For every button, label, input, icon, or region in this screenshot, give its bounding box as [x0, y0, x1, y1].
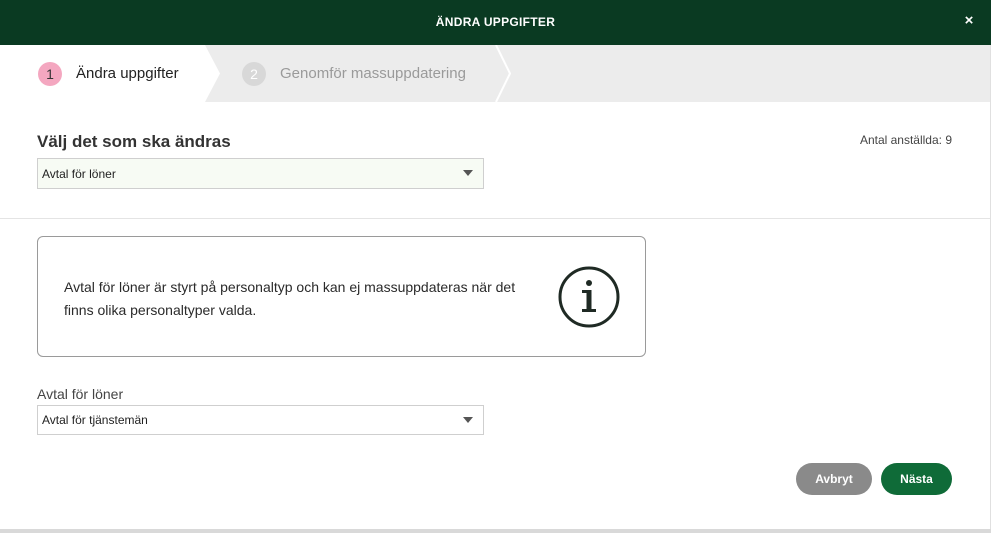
step-2-number: 2: [242, 61, 266, 86]
section-divider: [0, 218, 991, 219]
section-title: Välj det som ska ändras: [37, 132, 231, 151]
step-1-label: Ändra uppgifter: [76, 65, 179, 82]
agreement-select[interactable]: Avtal för tjänstemän: [37, 405, 484, 435]
agreement-value: Avtal för tjänstemän: [42, 413, 148, 427]
stepper: 1 Ändra uppgifter 2 Genomför massuppdate…: [0, 45, 991, 102]
change-type-value: Avtal för löner: [42, 166, 116, 181]
step-1-number: 1: [38, 61, 62, 86]
info-icon: [558, 266, 620, 328]
info-box: Avtal för löner är styrt på personaltyp …: [37, 236, 646, 357]
next-button[interactable]: Nästa: [881, 463, 952, 495]
dialog-header: ÄNDRA UPPGIFTER ×: [0, 0, 991, 45]
info-message: Avtal för löner är styrt på personaltyp …: [64, 279, 516, 318]
chevron-down-icon: [463, 417, 473, 423]
step-1[interactable]: 1 Ändra uppgifter: [38, 45, 179, 102]
change-type-select[interactable]: Avtal för löner: [37, 158, 484, 189]
employee-count: Antal anställda: 9: [859, 133, 952, 147]
background-table-edge: [0, 529, 991, 533]
close-icon[interactable]: ×: [961, 13, 977, 29]
dialog-title: ÄNDRA UPPGIFTER: [435, 15, 556, 29]
chevron-down-icon: [463, 170, 473, 176]
cancel-button[interactable]: Avbryt: [796, 463, 872, 495]
step-2-label: Genomför massuppdatering: [280, 65, 466, 82]
step-2[interactable]: 2 Genomför massuppdatering: [242, 45, 466, 102]
agreement-label: Avtal för löner: [37, 386, 124, 402]
